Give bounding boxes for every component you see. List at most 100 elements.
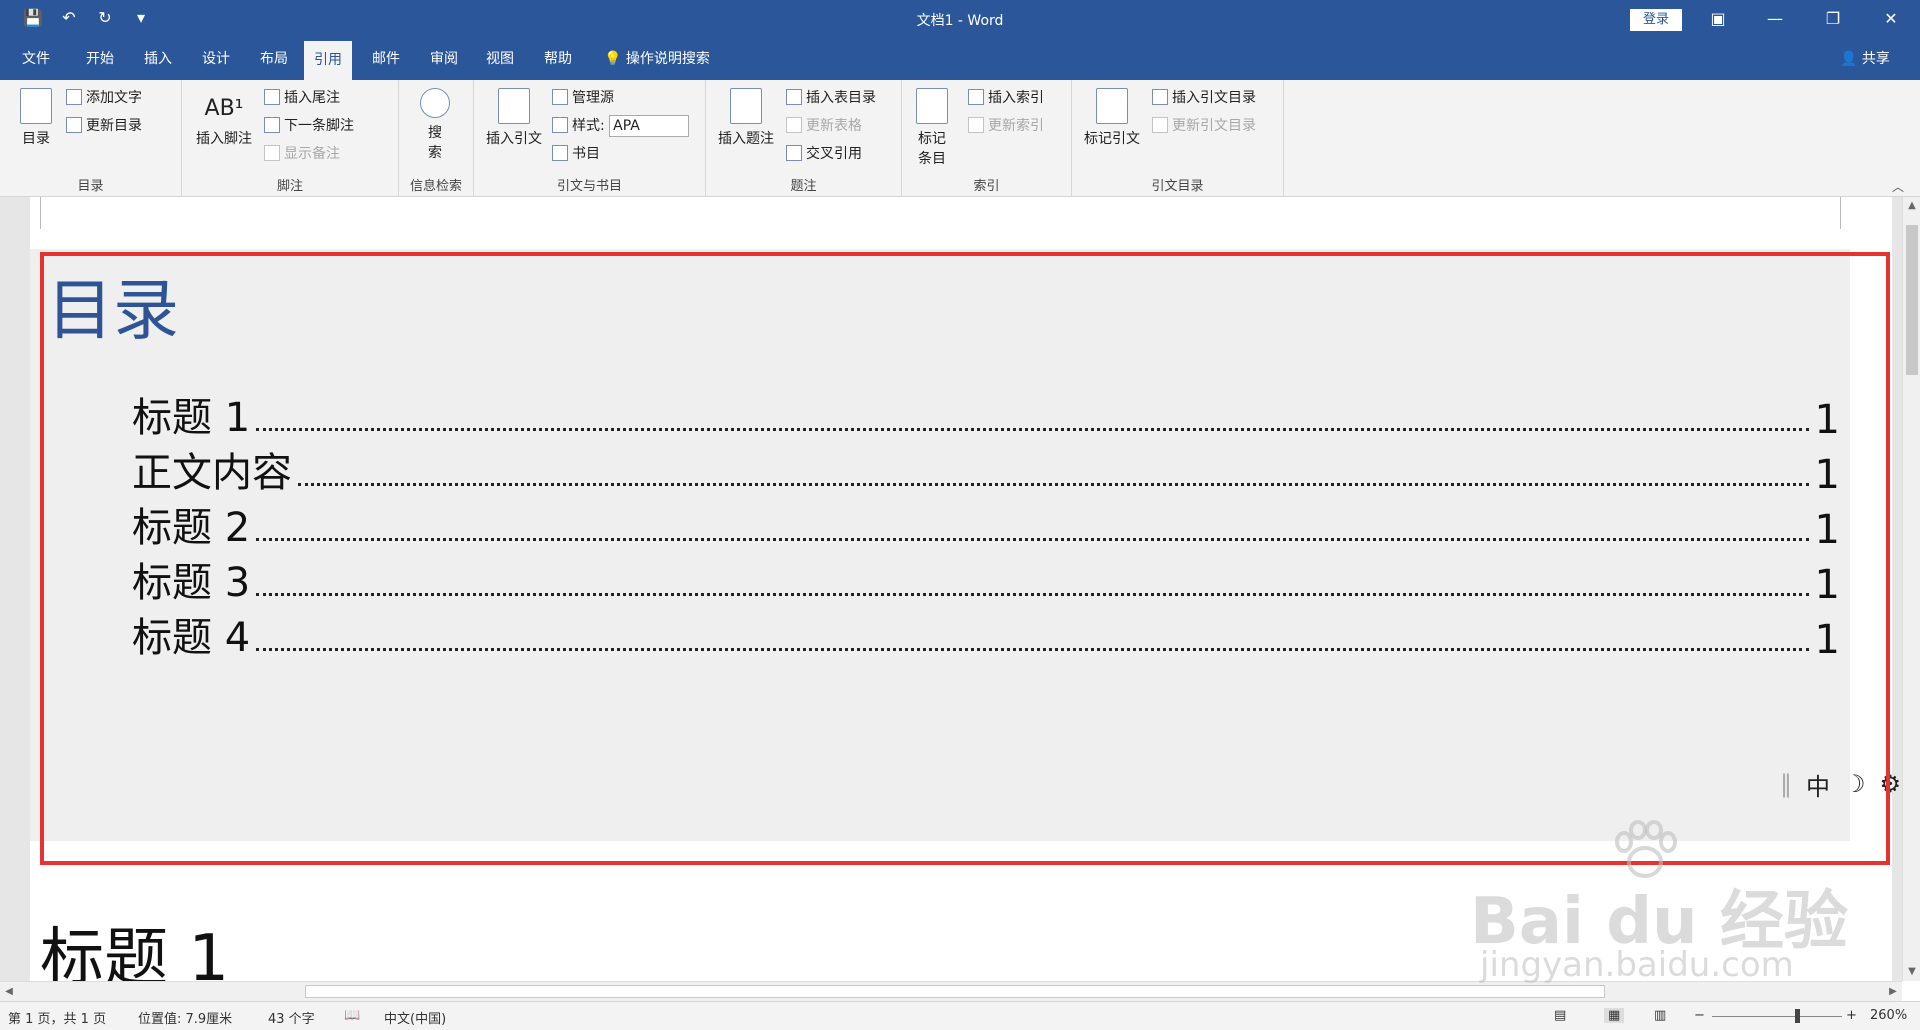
group-index: 标记 条目 插入索引 更新索引 索引 bbox=[902, 80, 1072, 197]
heading-1[interactable]: 标题 1 bbox=[40, 907, 229, 981]
search-button[interactable]: 搜 索 bbox=[413, 88, 457, 162]
mark-citation-button[interactable]: 标记引文 bbox=[1080, 88, 1144, 148]
cross-reference-button[interactable]: 交叉引用 bbox=[786, 142, 862, 166]
tab-view[interactable]: 视图 bbox=[476, 38, 524, 80]
insert-toa-button[interactable]: 插入引文目录 bbox=[1152, 86, 1256, 110]
scroll-down-icon[interactable]: ▼ bbox=[1903, 963, 1920, 981]
zoom-in-icon[interactable]: + bbox=[1846, 1008, 1857, 1023]
cross-reference-icon bbox=[786, 145, 802, 161]
zoom-level[interactable]: 260% bbox=[1870, 1008, 1907, 1023]
show-notes-button[interactable]: 显示备注 bbox=[264, 142, 340, 166]
next-footnote-button[interactable]: 下一条脚注 bbox=[264, 114, 354, 138]
mark-citation-icon bbox=[1096, 88, 1128, 124]
manage-sources-button[interactable]: 管理源 bbox=[552, 86, 614, 110]
insert-endnote-button[interactable]: 插入尾注 bbox=[264, 86, 340, 110]
group-toc: 目录 添加文字 更新目录 目录 bbox=[0, 80, 182, 197]
toc-button[interactable]: 目录 bbox=[14, 88, 58, 148]
cross-reference-label: 交叉引用 bbox=[806, 146, 862, 162]
add-text-label: 添加文字 bbox=[86, 90, 142, 106]
insert-table-of-figures-button[interactable]: 插入表目录 bbox=[786, 86, 876, 110]
tab-references[interactable]: 引用 bbox=[304, 38, 352, 80]
update-table-icon bbox=[786, 117, 802, 133]
margin-marker-left bbox=[40, 197, 41, 229]
insert-index-label: 插入索引 bbox=[988, 90, 1044, 106]
tab-design[interactable]: 设计 bbox=[192, 38, 240, 80]
insert-footnote-button[interactable]: AB¹ 插入脚注 bbox=[192, 96, 256, 148]
horizontal-scrollbar[interactable]: ◀ ▶ bbox=[0, 981, 1902, 1001]
mark-entry-label-1: 标记 bbox=[918, 131, 946, 147]
highlight-box bbox=[40, 252, 1890, 865]
tab-review[interactable]: 审阅 bbox=[420, 38, 468, 80]
toc-icon bbox=[20, 88, 52, 124]
tab-mailings[interactable]: 邮件 bbox=[362, 38, 410, 80]
zoom-out-icon[interactable]: − bbox=[1694, 1008, 1705, 1023]
share-label: 共享 bbox=[1861, 51, 1890, 67]
insert-footnote-label: 插入脚注 bbox=[196, 131, 252, 147]
proofing-icon[interactable]: 📖 bbox=[344, 1008, 360, 1023]
minimize-icon[interactable]: — bbox=[1752, 4, 1798, 34]
group-label-toc: 目录 bbox=[77, 179, 104, 194]
update-toa-button[interactable]: 更新引文目录 bbox=[1152, 114, 1256, 138]
page[interactable]: 目录 标题 1 1 正文内容 1 标题 2 1 标题 3 1 标题 4 1 ‖ bbox=[30, 197, 1901, 981]
status-page[interactable]: 第 1 页，共 1 页 bbox=[8, 1008, 106, 1027]
document-area: 目录 标题 1 1 正文内容 1 标题 2 1 标题 3 1 标题 4 1 ‖ bbox=[0, 197, 1902, 981]
login-button[interactable]: 登录 bbox=[1630, 9, 1682, 31]
insert-citation-button[interactable]: 插入引文 bbox=[482, 88, 546, 148]
next-footnote-label: 下一条脚注 bbox=[284, 118, 354, 134]
insert-endnote-label: 插入尾注 bbox=[284, 90, 340, 106]
lightbulb-icon: 💡 bbox=[604, 51, 622, 67]
tab-insert[interactable]: 插入 bbox=[134, 38, 182, 80]
update-toc-icon bbox=[66, 117, 82, 133]
bibliography-button[interactable]: 书目 bbox=[552, 142, 600, 166]
group-label-research: 信息检索 bbox=[409, 179, 462, 194]
add-text-button[interactable]: 添加文字 bbox=[66, 86, 142, 110]
mark-entry-button[interactable]: 标记 条目 bbox=[910, 88, 954, 168]
tab-help[interactable]: 帮助 bbox=[534, 38, 582, 80]
vertical-scrollbar[interactable]: ▲ ▼ bbox=[1902, 197, 1920, 981]
group-table-of-authorities: 标记引文 插入引文目录 更新引文目录 引文目录 bbox=[1072, 80, 1284, 197]
person-icon: 👤 bbox=[1840, 51, 1858, 67]
style-dropdown[interactable]: APA bbox=[609, 115, 690, 137]
print-layout-icon[interactable]: ▦ bbox=[1604, 1008, 1625, 1023]
margin-marker-right bbox=[1840, 197, 1841, 229]
maximize-icon[interactable]: ❐ bbox=[1810, 4, 1856, 34]
group-label-captions: 题注 bbox=[790, 179, 817, 194]
status-word-count[interactable]: 43 个字 bbox=[268, 1008, 315, 1027]
title-bar: 💾 ↶ ↻ ▾ 文档1 - Word 登录 ▣ — ❐ ✕ bbox=[0, 0, 1920, 38]
tell-me-search[interactable]: 💡 操作说明搜索 bbox=[604, 38, 710, 80]
insert-caption-label: 插入题注 bbox=[718, 131, 774, 147]
update-table-button[interactable]: 更新表格 bbox=[786, 114, 862, 138]
tab-file[interactable]: 文件 bbox=[12, 38, 60, 80]
tab-home[interactable]: 开始 bbox=[76, 38, 124, 80]
horizontal-scroll-thumb[interactable] bbox=[305, 985, 1605, 998]
search-icon bbox=[420, 88, 450, 118]
add-text-icon bbox=[66, 89, 82, 105]
tell-me-label: 操作说明搜索 bbox=[625, 51, 710, 67]
insert-caption-button[interactable]: 插入题注 bbox=[714, 88, 778, 148]
ribbon-display-options-icon[interactable]: ▣ bbox=[1695, 4, 1741, 34]
read-mode-icon[interactable]: ▤ bbox=[1554, 1008, 1566, 1023]
scroll-left-icon[interactable]: ◀ bbox=[0, 982, 18, 1002]
citation-icon bbox=[498, 88, 530, 124]
share-button[interactable]: 👤 共享 bbox=[1840, 38, 1890, 80]
ribbon-tabs: 文件 开始 插入 设计 布局 引用 邮件 审阅 视图 帮助 💡 操作说明搜索 👤… bbox=[0, 38, 1920, 80]
collapse-ribbon-icon[interactable]: ︿ bbox=[1892, 178, 1904, 195]
zoom-slider-knob[interactable] bbox=[1795, 1009, 1800, 1023]
insert-index-button[interactable]: 插入索引 bbox=[968, 86, 1044, 110]
update-index-button[interactable]: 更新索引 bbox=[968, 114, 1044, 138]
zoom-slider[interactable] bbox=[1712, 1016, 1842, 1017]
insert-index-icon bbox=[968, 89, 984, 105]
status-language[interactable]: 中文(中国) bbox=[384, 1008, 446, 1027]
group-label-citations: 引文与书目 bbox=[556, 179, 622, 194]
endnote-icon bbox=[264, 89, 280, 105]
close-icon[interactable]: ✕ bbox=[1868, 4, 1914, 34]
search-label-1: 搜 bbox=[428, 125, 442, 141]
show-notes-icon bbox=[264, 145, 280, 161]
web-layout-icon[interactable]: ▥ bbox=[1654, 1008, 1666, 1023]
scroll-right-icon[interactable]: ▶ bbox=[1884, 982, 1902, 1002]
update-toc-button[interactable]: 更新目录 bbox=[66, 114, 142, 138]
next-footnote-icon bbox=[264, 117, 280, 133]
vertical-scroll-thumb[interactable] bbox=[1906, 225, 1918, 375]
tab-layout[interactable]: 布局 bbox=[250, 38, 298, 80]
scroll-up-icon[interactable]: ▲ bbox=[1903, 197, 1920, 215]
